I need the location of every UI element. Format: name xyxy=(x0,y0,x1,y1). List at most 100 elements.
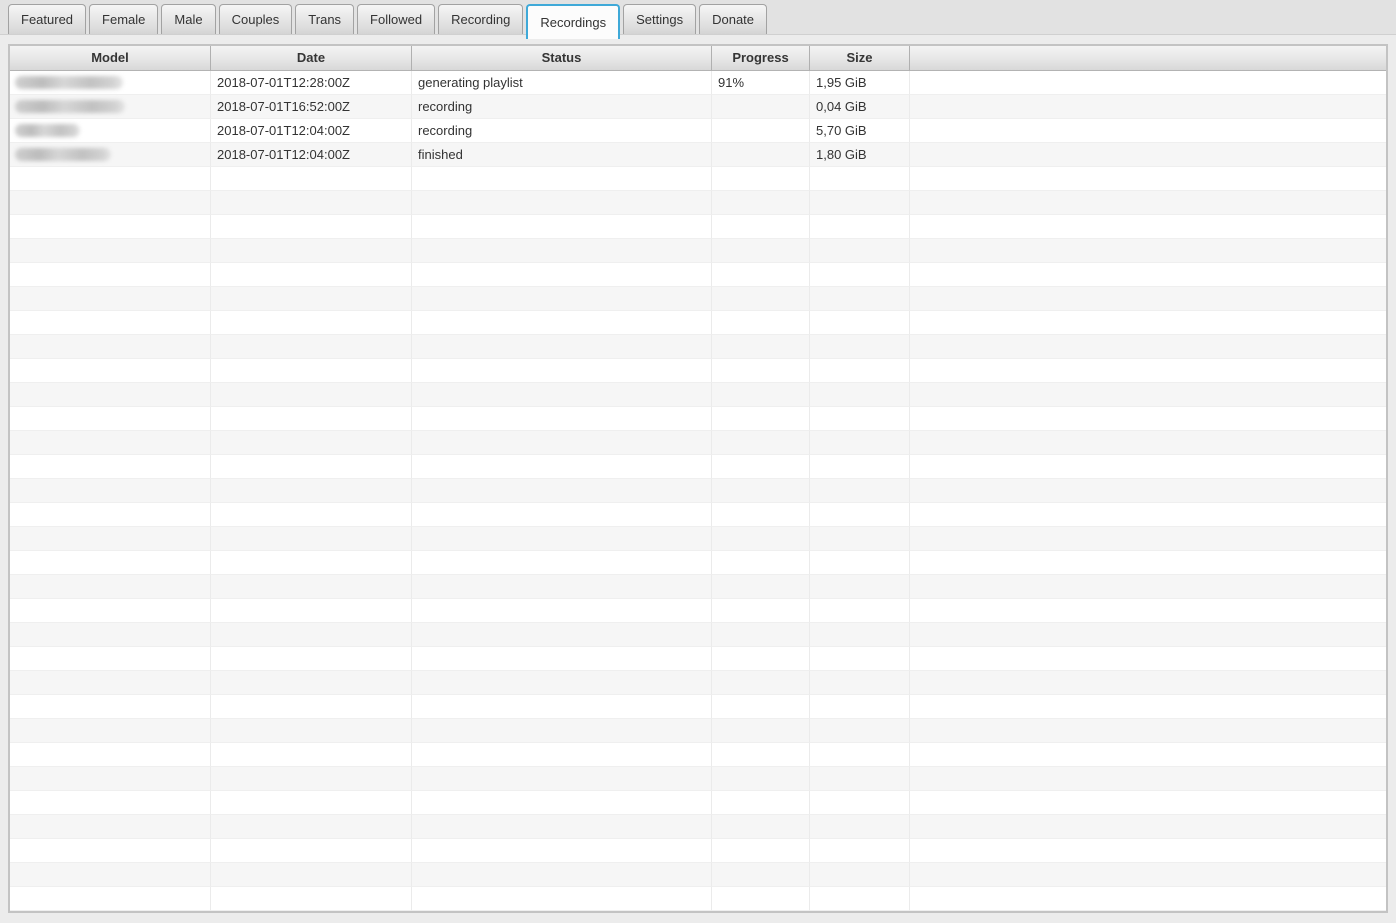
table-header-row: ModelDateStatusProgressSize xyxy=(10,46,1386,71)
column-header-progress[interactable]: Progress xyxy=(712,46,810,71)
empty-row xyxy=(10,503,1386,527)
empty-row xyxy=(10,839,1386,863)
column-header-filler xyxy=(910,46,1386,71)
empty-cell xyxy=(712,263,810,287)
empty-row xyxy=(10,239,1386,263)
empty-cell xyxy=(810,311,910,335)
empty-cell xyxy=(412,383,712,407)
filler-cell xyxy=(910,551,1386,575)
tab-followed[interactable]: Followed xyxy=(357,4,435,34)
status-cell: finished xyxy=(412,143,712,167)
column-header-status[interactable]: Status xyxy=(412,46,712,71)
empty-cell xyxy=(810,383,910,407)
progress-cell xyxy=(712,119,810,143)
tab-recording[interactable]: Recording xyxy=(438,4,523,34)
tab-donate[interactable]: Donate xyxy=(699,4,767,34)
empty-cell xyxy=(810,407,910,431)
empty-cell xyxy=(211,719,412,743)
empty-cell xyxy=(412,311,712,335)
model-cell xyxy=(10,95,211,119)
filler-cell xyxy=(910,95,1386,119)
empty-row xyxy=(10,167,1386,191)
tab-male[interactable]: Male xyxy=(161,4,215,34)
empty-cell xyxy=(211,431,412,455)
redacted-model-name xyxy=(15,100,125,113)
empty-cell xyxy=(211,359,412,383)
redacted-model-name xyxy=(15,124,80,137)
empty-cell xyxy=(712,455,810,479)
recording-row[interactable]: 2018-07-01T12:28:00Zgenerating playlist9… xyxy=(10,71,1386,95)
filler-cell xyxy=(910,359,1386,383)
empty-row xyxy=(10,479,1386,503)
empty-cell xyxy=(412,191,712,215)
empty-cell xyxy=(412,743,712,767)
filler-cell xyxy=(910,407,1386,431)
empty-cell xyxy=(412,527,712,551)
column-header-size[interactable]: Size xyxy=(810,46,910,71)
empty-cell xyxy=(10,527,211,551)
tab-trans[interactable]: Trans xyxy=(295,4,354,34)
table-body: 2018-07-01T12:28:00Zgenerating playlist9… xyxy=(10,71,1386,911)
empty-row xyxy=(10,191,1386,215)
filler-cell xyxy=(910,527,1386,551)
tab-recordings[interactable]: Recordings xyxy=(526,4,620,39)
model-cell xyxy=(10,143,211,167)
progress-cell xyxy=(712,143,810,167)
empty-cell xyxy=(810,527,910,551)
empty-cell xyxy=(10,503,211,527)
tab-settings[interactable]: Settings xyxy=(623,4,696,34)
empty-cell xyxy=(10,407,211,431)
empty-cell xyxy=(10,671,211,695)
empty-cell xyxy=(712,623,810,647)
recording-row[interactable]: 2018-07-01T12:04:00Zrecording5,70 GiB xyxy=(10,119,1386,143)
empty-cell xyxy=(211,191,412,215)
empty-row xyxy=(10,695,1386,719)
empty-cell xyxy=(211,479,412,503)
empty-cell xyxy=(810,431,910,455)
empty-row xyxy=(10,215,1386,239)
empty-row xyxy=(10,671,1386,695)
empty-row xyxy=(10,791,1386,815)
tab-featured[interactable]: Featured xyxy=(8,4,86,34)
filler-cell xyxy=(910,167,1386,191)
empty-cell xyxy=(10,743,211,767)
empty-cell xyxy=(712,575,810,599)
empty-cell xyxy=(712,287,810,311)
empty-cell xyxy=(412,599,712,623)
empty-cell xyxy=(211,623,412,647)
empty-cell xyxy=(712,167,810,191)
empty-cell xyxy=(810,599,910,623)
filler-cell xyxy=(910,119,1386,143)
column-header-date[interactable]: Date xyxy=(211,46,412,71)
empty-cell xyxy=(810,791,910,815)
empty-cell xyxy=(810,743,910,767)
empty-cell xyxy=(412,263,712,287)
tab-female[interactable]: Female xyxy=(89,4,158,34)
empty-cell xyxy=(810,551,910,575)
empty-cell xyxy=(712,719,810,743)
empty-cell xyxy=(211,263,412,287)
filler-cell xyxy=(910,383,1386,407)
column-header-model[interactable]: Model xyxy=(10,46,211,71)
recording-row[interactable]: 2018-07-01T16:52:00Zrecording0,04 GiB xyxy=(10,95,1386,119)
empty-cell xyxy=(810,503,910,527)
empty-row xyxy=(10,575,1386,599)
recordings-table: ModelDateStatusProgressSize 2018-07-01T1… xyxy=(8,44,1388,913)
empty-row xyxy=(10,815,1386,839)
empty-row xyxy=(10,623,1386,647)
empty-row xyxy=(10,311,1386,335)
empty-row xyxy=(10,407,1386,431)
empty-row xyxy=(10,287,1386,311)
empty-row xyxy=(10,863,1386,887)
tab-couples[interactable]: Couples xyxy=(219,4,293,34)
empty-cell xyxy=(810,239,910,263)
empty-cell xyxy=(10,455,211,479)
filler-cell xyxy=(910,815,1386,839)
empty-cell xyxy=(412,479,712,503)
recording-row[interactable]: 2018-07-01T12:04:00Zfinished1,80 GiB xyxy=(10,143,1386,167)
empty-row xyxy=(10,551,1386,575)
empty-cell xyxy=(810,335,910,359)
empty-cell xyxy=(810,863,910,887)
empty-cell xyxy=(412,239,712,263)
empty-cell xyxy=(412,719,712,743)
